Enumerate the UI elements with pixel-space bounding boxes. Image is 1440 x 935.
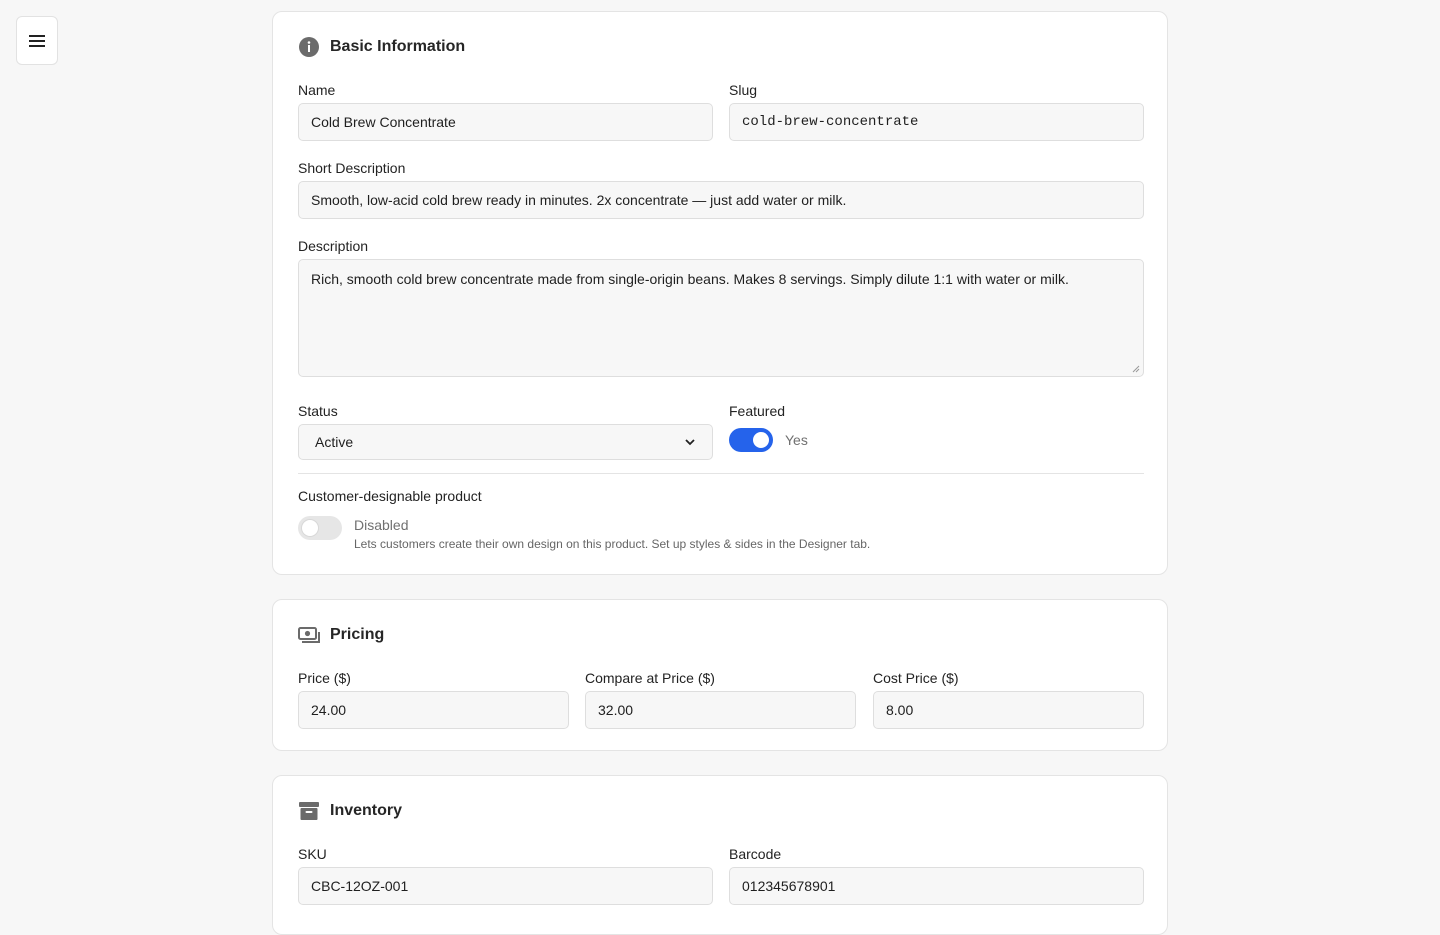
pricing-card: Pricing Price ($) 24.00 Compare at Price… <box>272 599 1168 751</box>
price-field: Price ($) 24.00 <box>298 669 569 729</box>
slug-label: Slug <box>729 82 758 98</box>
divider <box>298 473 1144 474</box>
designable-helper-text: Lets customers create their own design o… <box>354 537 871 551</box>
cost-price-field: Cost Price ($) 8.00 <box>873 669 1144 729</box>
barcode-value: 012345678901 <box>742 878 836 894</box>
designable-field: Customer-designable product Disabled Let… <box>298 487 1144 551</box>
name-field: Name Cold Brew Concentrate <box>298 81 713 141</box>
sku-input[interactable]: CBC-12OZ-001 <box>298 867 713 905</box>
designable-label: Customer-designable product <box>298 488 482 504</box>
info-circle-icon <box>299 37 319 57</box>
section-title: Basic Information <box>330 38 466 55</box>
hamburger-menu-icon <box>29 34 45 47</box>
description-value: Rich, smooth cold brew concentrate made … <box>311 271 1069 287</box>
short-description-label: Short Description <box>298 160 406 176</box>
compare-price-field: Compare at Price ($) 32.00 <box>585 669 856 729</box>
compare-price-label: Compare at Price ($) <box>585 670 715 686</box>
slug-field: Slug cold-brew-concentrate <box>729 81 1144 141</box>
featured-label: Featured <box>729 403 786 419</box>
basic-information-card: Basic Information Name Cold Brew Concent… <box>272 11 1168 575</box>
cost-price-input[interactable]: 8.00 <box>873 691 1144 729</box>
chevron-down-icon <box>685 439 695 446</box>
name-input[interactable]: Cold Brew Concentrate <box>298 103 713 141</box>
featured-field: Featured Yes <box>729 402 1144 452</box>
designable-value: Disabled <box>354 517 409 533</box>
barcode-label: Barcode <box>729 846 782 862</box>
slug-input[interactable]: cold-brew-concentrate <box>729 103 1144 141</box>
name-value: Cold Brew Concentrate <box>311 114 456 130</box>
featured-value: Yes <box>785 432 808 448</box>
inventory-header: Inventory <box>298 800 402 822</box>
description-textarea[interactable]: Rich, smooth cold brew concentrate made … <box>298 259 1144 377</box>
status-field: Status Active <box>298 402 713 460</box>
price-label: Price ($) <box>298 670 351 686</box>
toggle-knob <box>302 520 318 536</box>
price-value: 24.00 <box>311 702 347 718</box>
featured-toggle[interactable] <box>729 428 773 452</box>
compare-price-input[interactable]: 32.00 <box>585 691 856 729</box>
name-label: Name <box>298 82 336 98</box>
toggle-knob <box>753 432 769 448</box>
designable-toggle[interactable] <box>298 516 342 540</box>
short-description-value: Smooth, low-acid cold brew ready in minu… <box>311 192 847 208</box>
pricing-header: Pricing <box>298 624 384 646</box>
sku-label: SKU <box>298 846 327 862</box>
cost-price-label: Cost Price ($) <box>873 670 959 686</box>
cost-price-value: 8.00 <box>886 702 914 718</box>
archive-box-icon <box>299 802 319 820</box>
sku-field: SKU CBC-12OZ-001 <box>298 845 713 905</box>
price-input[interactable]: 24.00 <box>298 691 569 729</box>
barcode-field: Barcode 012345678901 <box>729 845 1144 905</box>
slug-value: cold-brew-concentrate <box>742 114 919 130</box>
sidebar-menu-button[interactable] <box>16 16 58 65</box>
status-value: Active <box>315 434 354 450</box>
description-label: Description <box>298 238 369 254</box>
resize-grip-icon[interactable] <box>1132 365 1140 373</box>
section-title: Pricing <box>330 626 385 643</box>
money-bills-icon <box>298 627 320 643</box>
sku-value: CBC-12OZ-001 <box>311 878 409 894</box>
description-field: Description Rich, smooth cold brew conce… <box>298 237 1144 377</box>
section-title: Inventory <box>330 802 403 819</box>
status-label: Status <box>298 403 338 419</box>
compare-price-value: 32.00 <box>598 702 634 718</box>
inventory-card: Inventory SKU CBC-12OZ-001 Barcode 01234… <box>272 775 1168 935</box>
short-description-field: Short Description Smooth, low-acid cold … <box>298 159 1144 219</box>
basic-information-header: Basic Information <box>298 36 465 58</box>
barcode-input[interactable]: 012345678901 <box>729 867 1144 905</box>
short-description-input[interactable]: Smooth, low-acid cold brew ready in minu… <box>298 181 1144 219</box>
status-select[interactable]: Active <box>298 424 713 460</box>
